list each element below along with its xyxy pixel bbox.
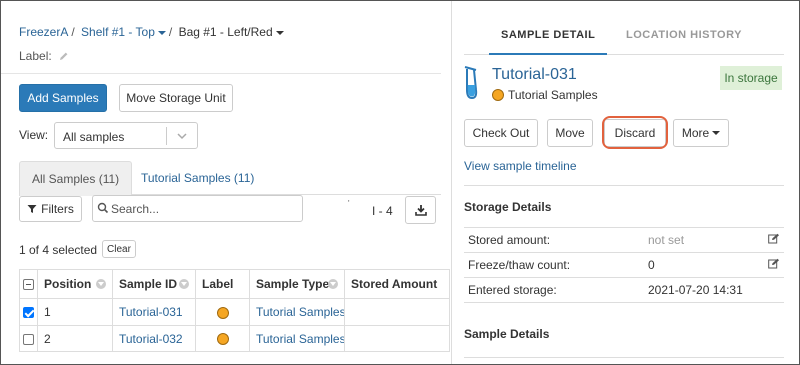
breadcrumb-freezer[interactable]: FreezerA	[19, 25, 68, 39]
filters-label: Filters	[41, 202, 74, 216]
view-sample-timeline-link[interactable]: View sample timeline	[464, 159, 577, 173]
sample-id-cell: Tutorial-031	[112, 298, 196, 326]
chevron-down-icon	[177, 130, 187, 144]
download-icon	[414, 205, 427, 216]
more-button[interactable]: More	[673, 119, 729, 147]
breadcrumb-shelf-label: Shelf #1 - Top	[81, 25, 155, 39]
view-label: View:	[19, 128, 49, 142]
sample-type-cell: Tutorial Samples	[249, 325, 345, 352]
breadcrumb-bag[interactable]: Bag #1 - Left/Red	[179, 25, 284, 39]
label-row: Label:	[19, 49, 69, 64]
pencil-icon[interactable]	[59, 50, 69, 64]
sample-tube-icon	[462, 65, 482, 106]
table-row[interactable]: 2 Tutorial-032 Tutorial Samples	[19, 325, 450, 352]
tab-location-history[interactable]: LOCATION HISTORY	[626, 29, 742, 41]
page-info: I - 4	[372, 204, 393, 218]
move-button[interactable]: Move	[547, 119, 593, 147]
tick-mark: '	[348, 199, 350, 208]
chevron-down-icon	[157, 30, 166, 35]
sample-type-label: Tutorial Samples	[508, 88, 598, 102]
check-out-button[interactable]: Check Out	[464, 119, 538, 147]
sample-type-row: Tutorial Samples	[492, 88, 598, 102]
column-menu-icon[interactable]	[179, 279, 189, 289]
tab-all-samples[interactable]: All Samples (11)	[19, 161, 133, 196]
label-cell	[195, 325, 250, 352]
sample-type-link[interactable]: Tutorial Samples	[256, 305, 344, 319]
column-header-sample-id[interactable]: Sample ID	[112, 269, 196, 299]
breadcrumb-shelf[interactable]: Shelf #1 - Top	[81, 25, 166, 39]
select-all-header[interactable]	[19, 269, 38, 299]
stored-amount-cell	[344, 325, 450, 352]
column-header-position[interactable]: Position	[37, 269, 113, 299]
stored-amount-cell	[344, 298, 450, 326]
column-header-label: Sample Type	[256, 277, 330, 291]
row-checkbox[interactable]	[23, 333, 34, 345]
column-header-label: Label	[202, 277, 234, 291]
move-storage-unit-button[interactable]: Move Storage Unit	[119, 84, 233, 112]
divider	[1, 73, 441, 74]
row-select-cell[interactable]	[19, 298, 38, 326]
breadcrumb: FreezerA / Shelf #1 - Top / Bag #1 - Left/…	[19, 25, 284, 39]
row-select-cell[interactable]	[19, 325, 38, 352]
clear-selection-button[interactable]: Clear	[102, 240, 136, 258]
table-row[interactable]: 1 Tutorial-031 Tutorial Samples	[19, 298, 450, 326]
sample-tabs: All Samples (11) Tutorial Samples (11)	[19, 161, 441, 196]
breadcrumb-separator: /	[71, 25, 75, 39]
column-menu-icon[interactable]	[96, 279, 106, 289]
filters-button[interactable]: Filters	[19, 196, 82, 222]
tab-tutorial-samples[interactable]: Tutorial Samples (11)	[129, 161, 266, 195]
export-button[interactable]	[405, 196, 436, 224]
detail-tabs: SAMPLE DETAIL LOCATION HISTORY	[464, 21, 784, 55]
storage-unit-panel: FreezerA / Shelf #1 - Top / Bag #1 - Left/…	[1, 1, 452, 364]
status-badge: In storage	[720, 66, 782, 90]
label-caption: Label:	[19, 49, 52, 63]
label-color-dot	[492, 89, 504, 101]
column-header-label: Position	[44, 277, 92, 291]
breadcrumb-bag-label: Bag #1 - Left/Red	[178, 25, 273, 39]
sample-type-cell: Tutorial Samples	[249, 298, 345, 326]
label-color-dot	[216, 306, 229, 319]
column-header-label: Sample ID	[119, 277, 178, 291]
row-checkbox[interactable]	[23, 307, 34, 319]
column-header-label-col[interactable]: Label	[195, 269, 250, 299]
view-select-value: All samples	[63, 130, 125, 144]
search-box	[92, 195, 303, 222]
column-header-stored-amount[interactable]: Stored Amount	[344, 269, 450, 299]
samples-table: Position Sample ID Label Sample Type Sto…	[19, 269, 450, 352]
more-button-label: More	[681, 126, 710, 140]
breadcrumb-separator: /	[168, 25, 173, 39]
filter-icon	[27, 205, 37, 213]
position-cell: 1	[37, 298, 113, 326]
search-icon	[97, 202, 109, 217]
table-header-row: Position Sample ID Label Sample Type Sto…	[19, 269, 450, 299]
column-header-sample-type[interactable]: Sample Type	[249, 269, 345, 299]
sample-id-cell: Tutorial-032	[112, 325, 196, 352]
column-menu-icon[interactable]	[328, 279, 338, 289]
chevron-down-icon	[712, 131, 721, 135]
position-cell: 2	[37, 325, 113, 352]
select-divider	[166, 127, 167, 145]
sample-id-link[interactable]: Tutorial-031	[119, 305, 183, 319]
highlight-ring	[602, 116, 668, 149]
view-select[interactable]: All samples	[54, 122, 198, 149]
chevron-down-icon	[275, 30, 284, 35]
sample-id-link[interactable]: Tutorial-032	[119, 332, 183, 346]
select-all-checkbox[interactable]	[23, 279, 34, 291]
sample-detail-panel: SAMPLE DETAIL LOCATION HISTORY Tutorial-…	[452, 1, 799, 364]
label-cell	[195, 298, 250, 326]
label-color-dot	[216, 333, 229, 346]
add-samples-button[interactable]: Add Samples	[19, 84, 107, 112]
tab-sample-detail[interactable]: SAMPLE DETAIL	[488, 29, 608, 55]
search-input[interactable]	[111, 200, 296, 218]
sample-name-link[interactable]: Tutorial-031	[492, 66, 577, 84]
column-header-label: Stored Amount	[351, 277, 438, 291]
sample-type-link[interactable]: Tutorial Samples	[256, 332, 344, 346]
selection-count: 1 of 4 selected	[19, 243, 98, 257]
app-frame: FreezerA / Shelf #1 - Top / Bag #1 - Left/…	[0, 0, 800, 365]
